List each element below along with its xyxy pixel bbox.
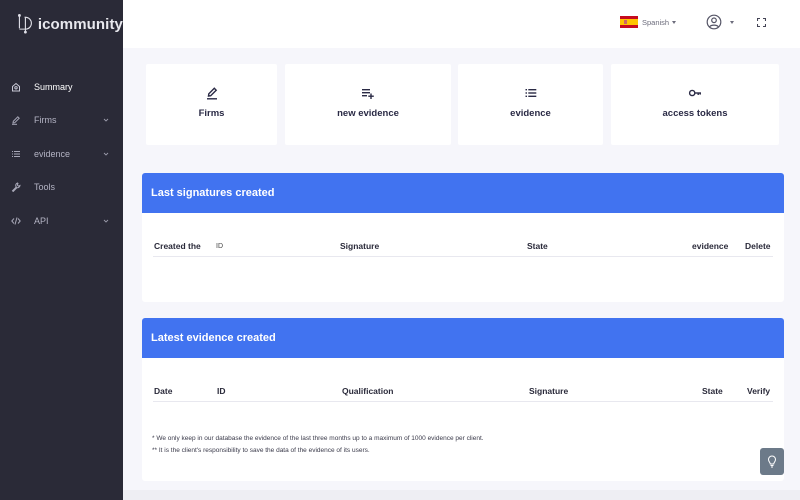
signatures-panel: Last signatures created Created the ID S… xyxy=(142,173,784,302)
spain-flag-icon xyxy=(620,16,638,28)
panel-title: Latest evidence created xyxy=(151,332,276,344)
brand-name: icommunity xyxy=(37,15,123,33)
sidebar-item-label: Firms xyxy=(34,115,57,126)
column-header-signature[interactable]: Signature xyxy=(340,241,379,251)
column-header-signature[interactable]: Signature xyxy=(529,386,568,396)
topbar: Spanish xyxy=(123,0,800,48)
user-menu[interactable] xyxy=(706,14,734,30)
column-header-id[interactable]: ID xyxy=(217,386,226,396)
column-header-evidence[interactable]: evidence xyxy=(692,241,728,251)
sidebar-item-label: API xyxy=(34,215,49,226)
card-label: new evidence xyxy=(337,108,399,119)
column-header-id[interactable]: ID xyxy=(216,243,223,250)
lightbulb-icon xyxy=(767,455,777,468)
sidebar-item-evidence[interactable]: evidence xyxy=(0,137,123,171)
chevron-down-icon xyxy=(103,219,109,223)
fullscreen-icon[interactable] xyxy=(757,18,766,27)
panel-header: Last signatures created xyxy=(142,173,784,213)
home-icon xyxy=(10,81,22,93)
card-label: evidence xyxy=(510,108,551,119)
card-label: Firms xyxy=(198,108,225,119)
retention-notes: * We only keep in our database the evide… xyxy=(152,433,784,457)
list-icon xyxy=(525,89,536,97)
sidebar-item-label: evidence xyxy=(34,148,71,159)
shortcut-firms[interactable]: Firms xyxy=(146,64,277,145)
playlist-add-icon xyxy=(362,89,374,99)
brand-logo[interactable]: icommunity xyxy=(0,0,123,48)
code-icon xyxy=(10,215,22,227)
language-label: Spanish xyxy=(642,17,670,27)
column-header-delete[interactable]: Delete xyxy=(745,241,771,251)
sidebar-item-label: Summary xyxy=(34,81,73,92)
column-header-verify[interactable]: Verify xyxy=(747,386,770,396)
user-circle-icon xyxy=(706,14,722,30)
note-responsibility: ** It is the client's responsibility to … xyxy=(152,447,370,454)
pen-icon xyxy=(10,114,22,126)
evidence-panel: Latest evidence created Date ID Qualific… xyxy=(142,318,784,481)
sidebar-item-tools[interactable]: Tools xyxy=(0,171,123,205)
card-label: access tokens xyxy=(662,108,728,119)
signatures-table-header: Created the ID Signature State evidence … xyxy=(153,237,773,257)
footer-strip xyxy=(123,490,800,500)
evidence-table-header: Date ID Qualification Signature State Ve… xyxy=(153,382,773,402)
column-header-date[interactable]: Date xyxy=(154,386,172,396)
wrench-icon xyxy=(10,181,22,193)
panel-title: Last signatures created xyxy=(151,187,275,199)
key-icon xyxy=(688,89,701,97)
caret-down-icon xyxy=(672,20,677,24)
sidebar-item-firms[interactable]: Firms xyxy=(0,104,123,138)
sidebar-item-api[interactable]: API xyxy=(0,204,123,238)
column-header-state[interactable]: State xyxy=(702,386,723,396)
sidebar-item-label: Tools xyxy=(34,182,56,193)
note-retention: * We only keep in our database the evide… xyxy=(152,435,484,442)
shortcut-new-evidence[interactable]: new evidence xyxy=(285,64,451,145)
shortcut-access-tokens[interactable]: access tokens xyxy=(611,64,779,145)
sidebar: icommunity Summary Firms evidence Tools … xyxy=(0,0,123,500)
column-header-qualification[interactable]: Qualification xyxy=(342,386,393,396)
column-header-created[interactable]: Created the xyxy=(154,241,201,251)
list-icon xyxy=(10,148,22,160)
sidebar-nav: Summary Firms evidence Tools API xyxy=(0,70,123,238)
language-selector[interactable]: Spanish xyxy=(620,16,677,28)
panel-header: Latest evidence created xyxy=(142,318,784,358)
chevron-down-icon xyxy=(103,118,109,122)
column-header-state[interactable]: State xyxy=(527,241,548,251)
help-button[interactable] xyxy=(760,448,784,475)
pen-icon xyxy=(206,87,217,100)
chevron-down-icon xyxy=(103,152,109,156)
shortcut-evidence[interactable]: evidence xyxy=(458,64,603,145)
sidebar-item-summary[interactable]: Summary xyxy=(0,70,123,104)
logo-mark-icon xyxy=(18,14,32,34)
caret-down-icon xyxy=(730,20,734,24)
